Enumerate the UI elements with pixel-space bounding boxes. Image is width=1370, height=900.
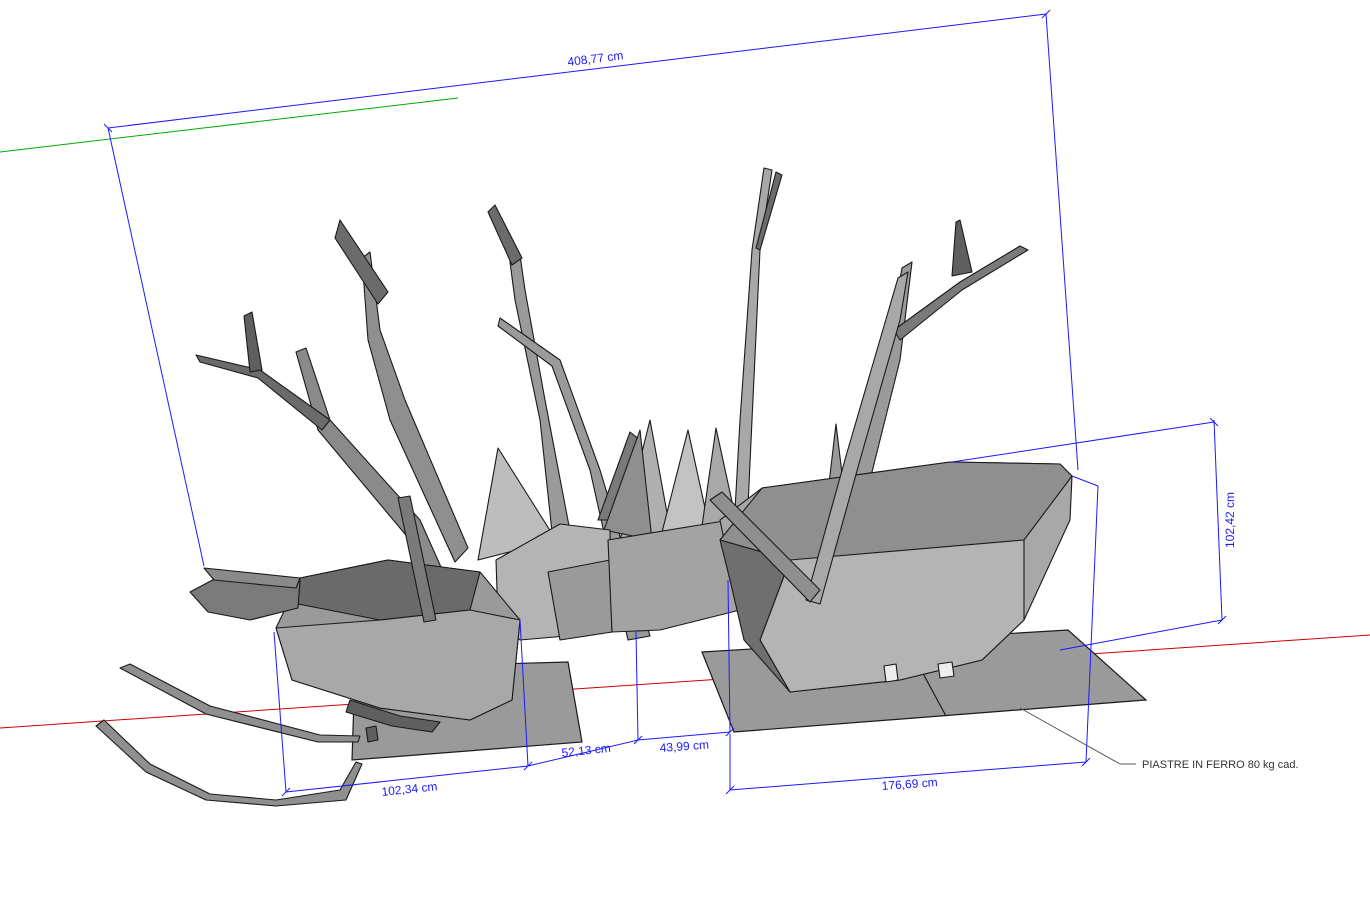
plates-note: PIASTRE IN FERRO 80 kg cad. [1142,759,1299,771]
dim-height: 102,42 cm [1223,492,1237,548]
dim-plate-left: 102,34 cm [381,779,438,799]
dim-gap-left: 52,13 cm [561,741,612,760]
plates-note-leader: PIASTRE IN FERRO 80 kg cad. [1019,707,1299,771]
dim-plate-right: 176,69 cm [881,775,938,793]
sketchup-viewport[interactable]: 408,77 cm 102,42 cm 102,34 cm 52,13 cm 4… [0,0,1370,895]
dim-gap-right: 43,99 cm [659,738,709,755]
green-axis-line [0,97,459,153]
model-canvas[interactable]: 408,77 cm 102,42 cm 102,34 cm 52,13 cm 4… [0,0,1370,895]
head-left [95,559,521,807]
